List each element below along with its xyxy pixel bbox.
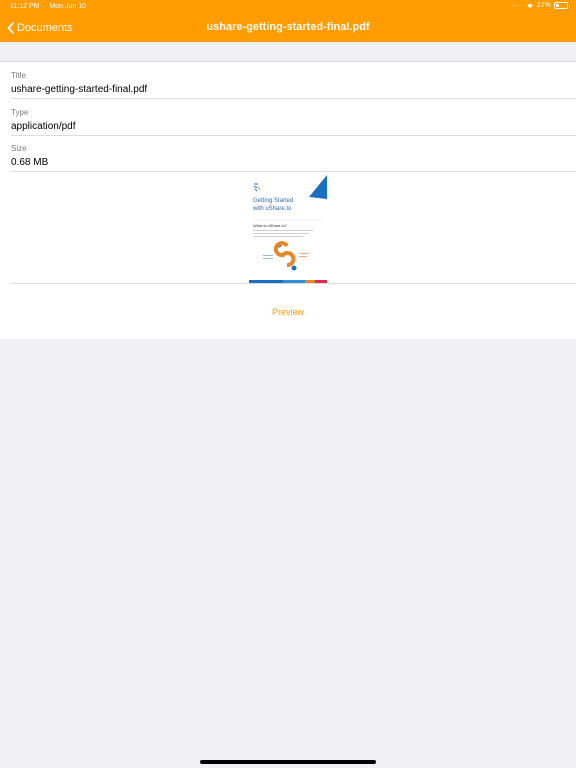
status-bar-left: 11:12 PM Mon Jun 10 [10,3,86,10]
title-field: Title ushare-getting-started-final.pdf [11,62,576,99]
navigation-bar: 11:12 PM Mon Jun 10 ····· 27% Documents … [0,0,576,42]
document-details-card: Title ushare-getting-started-final.pdf T… [0,61,576,339]
home-indicator[interactable] [200,760,376,764]
title-value: ushare-getting-started-final.pdf [11,84,148,95]
document-thumbnail[interactable]: Getting Started with uShare.to What is u… [249,175,327,283]
status-time: 11:12 PM [10,3,40,10]
divider [11,283,576,284]
thumbnail-heading-line2: with uShare.to [252,206,292,212]
thumbnail-subheading: What is uShare.to? [253,223,288,228]
size-label: Size [11,144,27,153]
type-value: application/pdf [11,121,76,132]
battery-percentage: 27% [536,2,551,9]
thumbnail-heading-line1: Getting Started [253,198,293,204]
preview-button[interactable]: Preview [0,307,576,317]
title-label: Title [11,71,26,80]
wifi-icon [527,4,533,9]
pdf-page-preview: Getting Started with uShare.to What is u… [249,175,327,283]
status-date: Mon Jun 10 [49,3,86,10]
battery-icon [554,2,570,9]
size-field: Size 0.68 MB [11,135,576,172]
page-title: ushare-getting-started-final.pdf [206,21,370,33]
type-field: Type application/pdf [11,99,576,136]
type-label: Type [11,108,29,117]
status-bar-right: ····· 27% [511,2,570,9]
cellular-icon: ····· [511,2,523,9]
size-value: 0.68 MB [11,157,49,168]
